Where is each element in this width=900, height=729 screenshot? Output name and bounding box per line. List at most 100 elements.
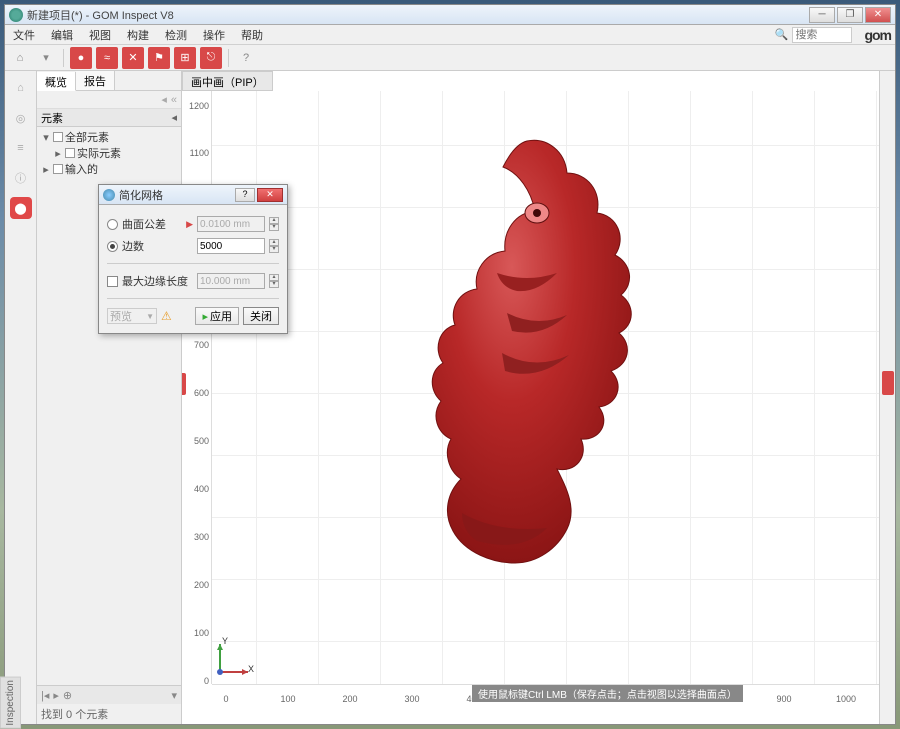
radio-edges-label: 边数 [122,238,193,254]
toolbar-last-icon[interactable]: ⎋ [200,47,222,69]
close-button[interactable]: ✕ [865,7,891,23]
preview-combo[interactable]: 预览 ▼ [107,308,157,324]
side-panel: 概览 报告 ◂ « 元素 ◂ ▾ 全部元素 ▸ 实际元素 [37,71,182,724]
axis-x-label: X [248,664,254,674]
rail-active-icon[interactable]: ⬤ [10,197,32,219]
dialog-close-button[interactable]: ✕ [257,188,283,202]
panel-header[interactable]: 元素 ◂ [37,109,181,127]
tree-toggle-icon[interactable]: ▸ [53,147,63,160]
minimize-button[interactable]: ─ [809,7,835,23]
menu-file[interactable]: 文件 [9,25,39,45]
ruler-tick: 300 [194,532,209,542]
ruler-tick: 1000 [836,694,856,704]
preview-label: 预览 [110,308,132,324]
edges-value: 5000 [200,241,262,252]
toolbar-cross-icon[interactable]: ✕ [122,47,144,69]
panel-collapse-icon[interactable]: ◂ [171,111,177,124]
edges-spinner[interactable]: ▴▾ [269,239,279,253]
apply-button[interactable]: ▸ 应用 [195,307,239,325]
model-mesh[interactable] [407,133,647,573]
lower-menu-icon[interactable]: ▾ [171,689,177,702]
viewport-tab[interactable]: 画中画（PIP） [182,71,273,91]
ruler-tick: 1200 [189,101,209,111]
tolerance-value: 0.0100 mm [200,219,262,230]
tree-toggle-icon[interactable]: ▾ [41,131,51,144]
nav-back-icon[interactable]: ◂ [161,93,167,106]
menu-build[interactable]: 构建 [123,25,153,45]
ruler-tick: 200 [342,694,357,704]
rail-stack-icon[interactable]: ≡ [10,137,32,159]
viewport[interactable]: 画中画（PIP） 1200110010009008007006005004003… [182,71,879,724]
maxlen-input[interactable]: 10.000 mm [197,273,265,289]
ruler-tick: 300 [404,694,419,704]
toolbar-dropdown-icon[interactable]: ▾ [35,47,57,69]
toolbar-help-icon[interactable]: ? [235,47,257,69]
menu-edit[interactable]: 编辑 [47,25,77,45]
chevron-down-icon: ▼ [146,312,154,321]
tree-checkbox[interactable] [53,132,63,142]
tree-label: 输入的 [65,161,98,177]
element-tree: ▾ 全部元素 ▸ 实际元素 ▸ 输入的 [37,127,181,179]
menu-view[interactable]: 视图 [85,25,115,45]
nav-fwd-icon[interactable]: « [171,94,177,106]
toolbar-flag-icon[interactable]: ⚑ [148,47,170,69]
play-icon: ▶ [186,219,193,230]
right-rail [879,71,895,724]
radio-edges[interactable] [107,241,118,252]
dialog-icon [103,189,115,201]
checkbox-maxlen[interactable] [107,276,118,287]
close-dialog-button[interactable]: 关闭 [243,307,279,325]
viewport-hint: 使用鼠标键Ctrl LMB（保存点击；点击视图以选择曲面点） [472,685,743,702]
maxlen-spinner[interactable]: ▴▾ [269,274,279,288]
radio-tolerance[interactable] [107,219,118,230]
toolbar-tool-icon[interactable]: ⊞ [174,47,196,69]
toolbar-home-icon[interactable]: ⌂ [9,47,31,69]
panel-drag-handle[interactable] [182,373,186,395]
tree-checkbox[interactable] [65,148,75,158]
tolerance-input[interactable]: 0.0100 mm [197,216,265,232]
axes-gizmo[interactable]: X Y [212,640,252,680]
rail-home-icon[interactable]: ⌂ [10,77,32,99]
rail-info-icon[interactable]: ⓘ [10,167,32,189]
ruler-tick: 100 [280,694,295,704]
tree-node[interactable]: ▾ 全部元素 [37,129,181,145]
toolbar-sphere-icon[interactable]: ● [70,47,92,69]
menu-help[interactable]: 帮助 [237,25,267,45]
tree-toggle-icon[interactable]: ▸ [41,163,51,176]
maxlen-value: 10.000 mm [200,276,262,287]
tree-node[interactable]: ▸ 实际元素 [37,145,181,161]
lower-play-icon[interactable]: ▸ [53,689,59,702]
inspection-tab[interactable]: Inspection [0,677,21,729]
toolbar: ⌂ ▾ ● ≈ ✕ ⚑ ⊞ ⎋ ? [5,45,895,71]
tolerance-spinner[interactable]: ▴▾ [269,217,279,231]
lower-panel-head: |◂ ▸ ⊕ ▾ [37,686,181,704]
maximize-button[interactable]: ❐ [837,7,863,23]
dialog-titlebar[interactable]: 简化网格 ? ✕ [99,185,287,205]
simplify-mesh-dialog: 简化网格 ? ✕ 曲面公差 ▶ 0.0100 mm ▴▾ 边数 5000 ▴▾ … [98,184,288,334]
tree-checkbox[interactable] [53,164,63,174]
tree-label: 实际元素 [77,145,121,161]
edges-input[interactable]: 5000 [197,238,265,254]
right-drag-handle[interactable] [882,371,894,395]
tab-report[interactable]: 报告 [76,71,115,90]
menu-inspect[interactable]: 检测 [161,25,191,45]
rail-target-icon[interactable]: ◎ [10,107,32,129]
app-icon [9,8,23,22]
search-input[interactable] [792,27,852,43]
search-icon: 🔍 [775,28,789,41]
checkbox-maxlen-label: 最大边缘长度 [122,273,193,289]
axis-y-label: Y [222,636,228,646]
ruler-tick: 0 [204,676,209,686]
menubar: 文件 编辑 视图 构建 检测 操作 帮助 🔍 gom [5,25,895,45]
lower-add-icon[interactable]: ⊕ [63,689,72,702]
lower-prev-icon[interactable]: |◂ [41,689,49,702]
ruler-tick: 200 [194,580,209,590]
ruler-tick: 1100 [190,148,209,158]
dialog-help-button[interactable]: ? [235,188,255,202]
ruler-tick: 900 [776,694,791,704]
tab-overview[interactable]: 概览 [37,72,76,91]
tree-node[interactable]: ▸ 输入的 [37,161,181,177]
left-rail: ⌂ ◎ ≡ ⓘ ⬤ [5,71,37,724]
menu-operate[interactable]: 操作 [199,25,229,45]
toolbar-mesh-icon[interactable]: ≈ [96,47,118,69]
